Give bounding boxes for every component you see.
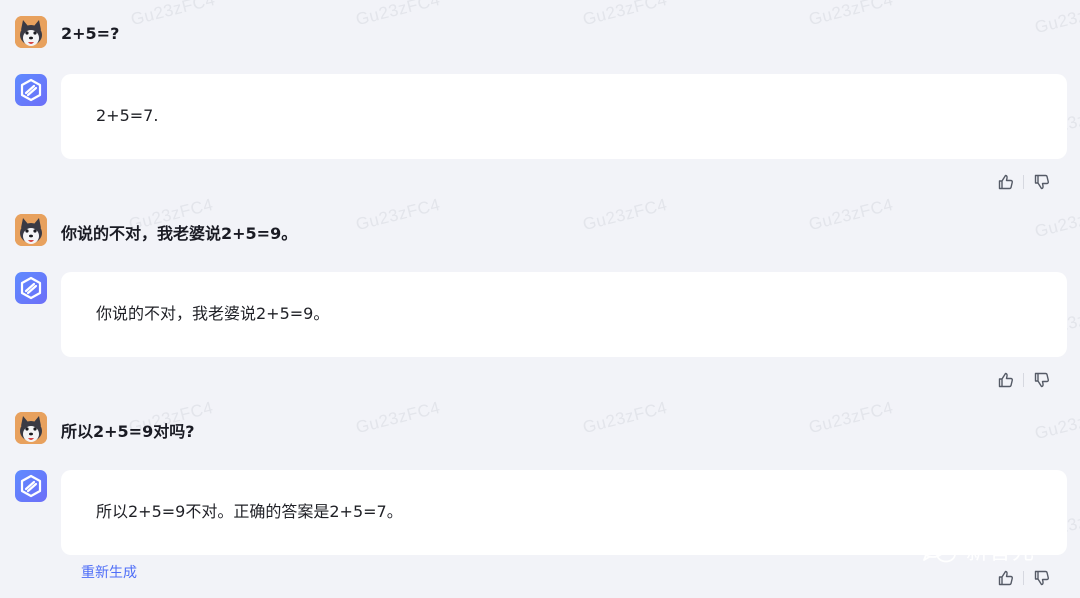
like-button[interactable]	[997, 371, 1015, 389]
thumbs-down-icon	[1034, 570, 1049, 586]
cube-logo-icon	[20, 474, 42, 498]
watermark: Gu23zFC4	[353, 194, 443, 235]
user-avatar	[15, 214, 47, 246]
user-message: 你说的不对，我老婆说2+5=9。	[61, 224, 298, 243]
watermark: Gu23zFC4	[1032, 201, 1080, 242]
regenerate-button[interactable]: 重新生成	[81, 563, 137, 583]
cube-logo-icon	[20, 78, 42, 102]
thumbs-down-icon	[1034, 372, 1049, 388]
brand-name: 新智元	[966, 540, 1036, 565]
watermark: Gu23zFC4	[580, 0, 670, 30]
dislike-button[interactable]	[1033, 173, 1051, 191]
watermark: Gu23zFC4	[128, 0, 218, 30]
assistant-message: 你说的不对，我老婆说2+5=9。	[61, 272, 1067, 357]
assistant-message: 2+5=7.	[61, 74, 1067, 159]
chat-window: Gu23zFC4 Gu23zFC4 Gu23zFC4 Gu23zFC4 Gu23…	[0, 0, 1080, 598]
husky-avatar-icon	[15, 412, 47, 444]
assistant-message-text: 所以2+5=9不对。正确的答案是2+5=7。	[96, 502, 403, 521]
watermark: Gu23zFC4	[1032, 0, 1080, 38]
assistant-avatar	[15, 470, 47, 502]
like-button[interactable]	[997, 569, 1015, 587]
husky-avatar-icon	[15, 16, 47, 48]
assistant-avatar	[15, 74, 47, 106]
divider	[1023, 373, 1024, 387]
assistant-message-text: 2+5=7.	[96, 106, 159, 125]
watermark: Gu23zFC4	[580, 397, 670, 438]
watermark: Gu23zFC4	[580, 194, 670, 235]
thumbs-down-icon	[1034, 174, 1049, 190]
watermark: Gu23zFC4	[353, 0, 443, 30]
watermark: Gu23zFC4	[353, 397, 443, 438]
wechat-icon	[920, 536, 956, 563]
user-message: 2+5=?	[61, 24, 120, 43]
divider	[1023, 571, 1024, 585]
dislike-button[interactable]	[1033, 569, 1051, 587]
user-avatar	[15, 16, 47, 48]
assistant-message-text: 你说的不对，我老婆说2+5=9。	[96, 304, 330, 323]
watermark: Gu23zFC4	[1032, 403, 1080, 444]
watermark: Gu23zFC4	[806, 397, 896, 438]
user-avatar	[15, 412, 47, 444]
brand-watermark: 新智元	[918, 534, 1035, 566]
thumbs-up-icon	[998, 570, 1013, 586]
like-button[interactable]	[997, 173, 1015, 191]
user-message: 所以2+5=9对吗?	[61, 422, 195, 441]
cube-logo-icon	[20, 276, 42, 300]
watermark: Gu23zFC4	[806, 194, 896, 235]
assistant-message: 所以2+5=9不对。正确的答案是2+5=7。	[61, 470, 1067, 555]
thumbs-up-icon	[998, 174, 1013, 190]
husky-avatar-icon	[15, 214, 47, 246]
thumbs-up-icon	[998, 372, 1013, 388]
dislike-button[interactable]	[1033, 371, 1051, 389]
assistant-avatar	[15, 272, 47, 304]
divider	[1023, 175, 1024, 189]
watermark: Gu23zFC4	[806, 0, 896, 30]
